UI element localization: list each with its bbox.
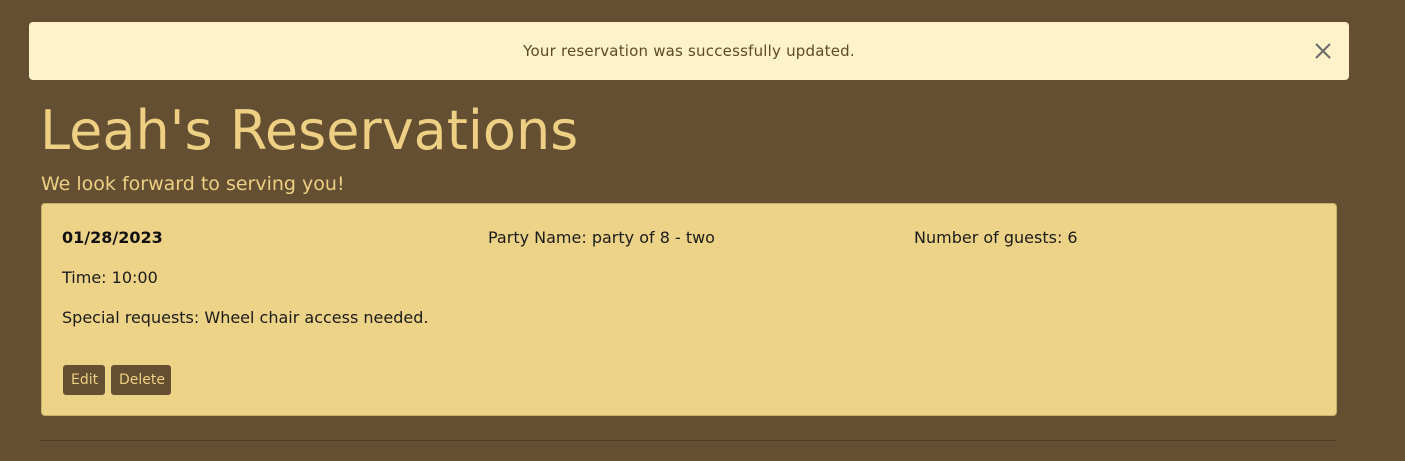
reservation-date: 01/28/2023 (62, 228, 163, 247)
alert-message: Your reservation was successfully update… (523, 42, 855, 60)
delete-button[interactable]: Delete (111, 365, 171, 395)
reservation-time: Time: 10:00 (62, 268, 158, 287)
close-icon-graphic (1315, 43, 1331, 59)
divider (41, 440, 1337, 441)
page-title: Leah's Reservations (40, 99, 579, 162)
reservation-card: 01/28/2023 Party Name: party of 8 - two … (41, 203, 1337, 416)
success-alert: Your reservation was successfully update… (29, 22, 1349, 80)
number-of-guests: Number of guests: 6 (914, 228, 1078, 247)
close-icon[interactable] (1311, 39, 1335, 63)
special-requests: Special requests: Wheel chair access nee… (62, 308, 429, 327)
party-name: Party Name: party of 8 - two (488, 228, 715, 247)
edit-button[interactable]: Edit (63, 365, 105, 395)
reservation-summary-row: 01/28/2023 Party Name: party of 8 - two … (62, 227, 1322, 249)
page-subtitle: We look forward to serving you! (41, 173, 345, 195)
